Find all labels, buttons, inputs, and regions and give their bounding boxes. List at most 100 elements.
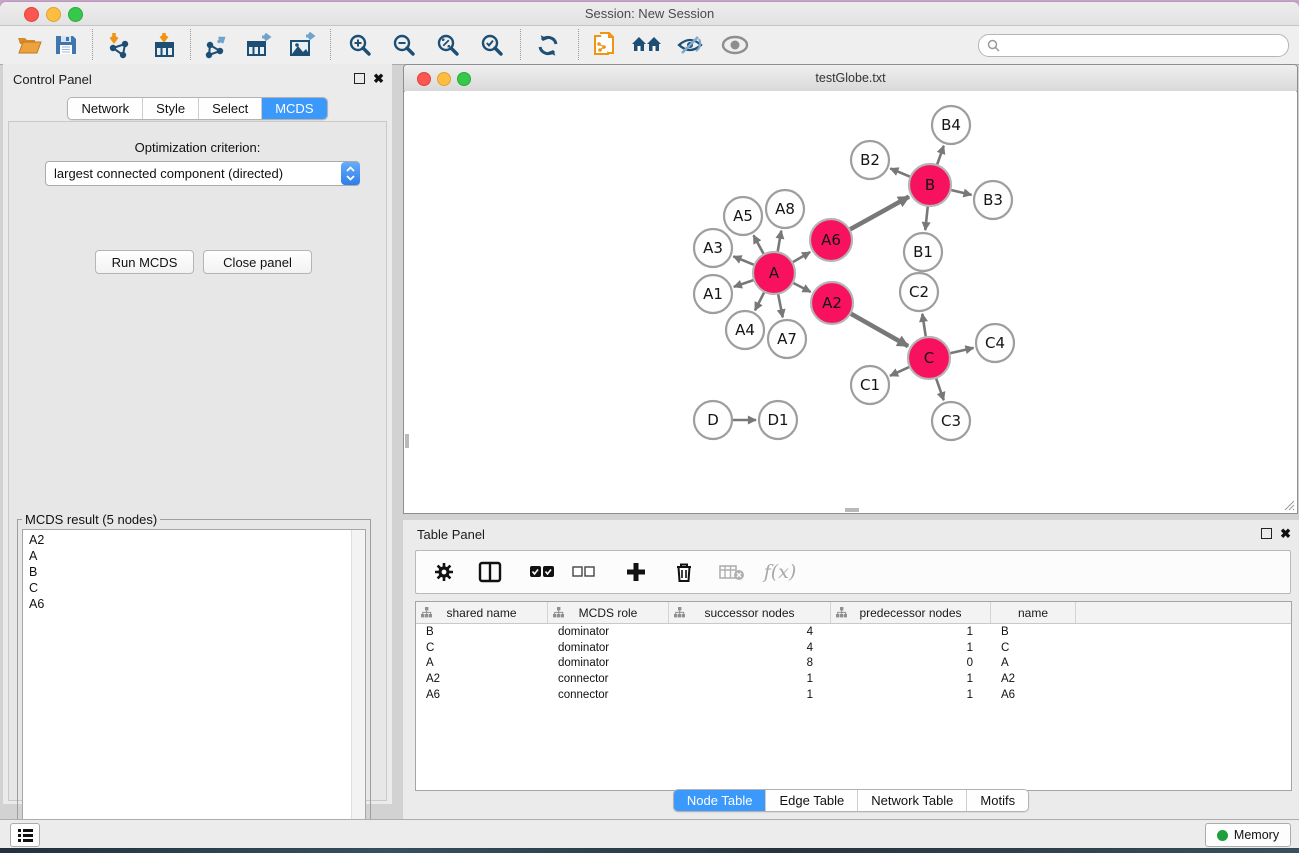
tab-network[interactable]: Network — [68, 98, 142, 119]
graph-edge-B-B1[interactable] — [925, 206, 928, 230]
tab-network-table[interactable]: Network Table — [857, 790, 966, 811]
save-session-icon[interactable] — [47, 29, 85, 61]
houses-icon[interactable] — [628, 29, 666, 61]
column-header-successor-nodes[interactable]: successor nodes — [669, 602, 831, 623]
unselect-all-columns-icon[interactable] — [564, 554, 604, 590]
mcds-result-item[interactable]: A — [29, 548, 359, 564]
network-canvas[interactable]: AA1A2A3A4A5A6A7A8BB1B2B3B4CC1C2C3C4DD1 — [405, 91, 1296, 512]
mcds-result-item[interactable]: B — [29, 564, 359, 580]
graph-edge-A6-B[interactable] — [849, 197, 909, 230]
table-row[interactable]: A6connector11A6 — [416, 687, 1291, 703]
graph-node-label: A7 — [777, 330, 797, 348]
graph-edge-A2-C[interactable] — [850, 313, 908, 346]
vertical-scroll-thumb[interactable] — [405, 434, 409, 448]
open-file-icon[interactable] — [10, 29, 48, 61]
graph-edge-C-C3[interactable] — [936, 378, 944, 400]
table-cell: 1 — [831, 642, 991, 654]
graph-edge-A-A4[interactable] — [755, 292, 765, 311]
graph-node-label: B2 — [860, 151, 880, 169]
split-columns-icon[interactable] — [470, 554, 510, 590]
graph-node-label: B3 — [983, 191, 1003, 209]
table-cell: A6 — [991, 689, 1076, 701]
network-window-titlebar: testGlobe.txt — [404, 65, 1297, 92]
zoom-selected-icon[interactable] — [473, 29, 511, 61]
graph-edge-B-B4[interactable] — [937, 146, 944, 165]
table-row[interactable]: Adominator80A — [416, 655, 1291, 671]
table-row[interactable]: Cdominator41C — [416, 640, 1291, 656]
copy-network-icon[interactable] — [586, 29, 624, 61]
graph-edge-A-A3[interactable] — [733, 256, 754, 265]
zoom-fit-icon[interactable] — [429, 29, 467, 61]
graph-edge-A-A1[interactable] — [734, 280, 754, 287]
horizontal-scroll-thumb[interactable] — [845, 508, 859, 512]
graph-edge-C-C1[interactable] — [890, 367, 910, 376]
zoom-in-icon[interactable] — [341, 29, 379, 61]
zoom-out-icon[interactable] — [385, 29, 423, 61]
graph-node-label: C3 — [941, 412, 961, 430]
graph-edge-A-A7[interactable] — [778, 294, 783, 318]
refresh-icon[interactable] — [529, 29, 567, 61]
close-panel-icon[interactable]: ✖ — [1280, 529, 1291, 538]
scrollbar-track[interactable] — [351, 530, 365, 838]
mcds-result-list[interactable]: A2ABCA6 — [22, 529, 366, 839]
node-table[interactable]: shared nameMCDS rolesuccessor nodesprede… — [415, 601, 1292, 791]
export-image-icon[interactable] — [283, 29, 321, 61]
mcds-result-item[interactable]: A2 — [29, 532, 359, 548]
table-cell: C — [991, 642, 1076, 654]
optimization-criterion-select[interactable]: largest connected component (directed) — [45, 161, 360, 186]
show-log-console-button[interactable] — [10, 823, 40, 847]
search-field[interactable] — [978, 34, 1289, 57]
graph-edge-A-A2[interactable] — [793, 283, 811, 292]
close-panel-icon[interactable]: ✖ — [373, 74, 384, 83]
dropdown-stepper-icon — [341, 162, 360, 185]
float-panel-icon[interactable] — [1261, 528, 1272, 539]
column-header-MCDS-role[interactable]: MCDS role — [548, 602, 669, 623]
tab-edge-table[interactable]: Edge Table — [765, 790, 857, 811]
float-panel-icon[interactable] — [354, 73, 365, 84]
graph-node-label: C4 — [985, 334, 1005, 352]
graph-edge-A-A5[interactable] — [754, 235, 764, 254]
graph-edge-A-A8[interactable] — [778, 231, 782, 253]
close-panel-button[interactable]: Close panel — [203, 250, 312, 274]
select-all-columns-icon[interactable] — [522, 554, 562, 590]
function-builder-icon: f(x) — [760, 554, 800, 590]
tab-node-table[interactable]: Node Table — [674, 790, 766, 811]
column-header-shared-name[interactable]: shared name — [416, 602, 548, 623]
graph-edge-B-B2[interactable] — [890, 168, 910, 176]
mcds-result-item[interactable]: A6 — [29, 596, 359, 612]
mcds-result-item[interactable]: C — [29, 580, 359, 596]
table-cell: connector — [548, 673, 669, 685]
export-network-icon[interactable] — [198, 29, 236, 61]
table-cell: 1 — [831, 689, 991, 701]
import-network-icon[interactable] — [100, 29, 138, 61]
settings-gear-icon[interactable] — [424, 554, 464, 590]
memory-label: Memory — [1234, 828, 1279, 842]
table-cell: A6 — [416, 689, 548, 701]
eye-icon[interactable] — [716, 29, 754, 61]
network-graph[interactable]: AA1A2A3A4A5A6A7A8BB1B2B3B4CC1C2C3C4DD1 — [405, 91, 1296, 512]
graph-edge-C-C2[interactable] — [922, 314, 926, 337]
add-column-icon[interactable] — [616, 554, 656, 590]
table-cell: A2 — [991, 673, 1076, 685]
import-table-icon[interactable] — [145, 29, 183, 61]
export-table-icon[interactable] — [240, 29, 278, 61]
graph-edge-C-C4[interactable] — [949, 348, 973, 353]
tab-select[interactable]: Select — [198, 98, 261, 119]
resize-grip-icon[interactable] — [1282, 498, 1295, 511]
graph-edge-A-A6[interactable] — [792, 252, 810, 262]
tab-style[interactable]: Style — [142, 98, 198, 119]
table-row[interactable]: A2connector11A2 — [416, 671, 1291, 687]
memory-button[interactable]: Memory — [1205, 823, 1291, 847]
column-header-predecessor-nodes[interactable]: predecessor nodes — [831, 602, 991, 623]
search-input[interactable] — [1005, 38, 1280, 54]
column-header-name[interactable]: name — [991, 602, 1076, 623]
run-mcds-button[interactable]: Run MCDS — [95, 250, 194, 274]
eye-slash-icon[interactable] — [671, 29, 709, 61]
graph-edge-B-B3[interactable] — [950, 190, 971, 195]
delete-columns-icon[interactable] — [664, 554, 704, 590]
table-row[interactable]: Bdominator41B — [416, 624, 1291, 640]
tab-mcds[interactable]: MCDS — [261, 98, 326, 119]
toolbar-separator — [330, 29, 331, 60]
graph-node-label: B1 — [913, 243, 933, 261]
tab-motifs[interactable]: Motifs — [966, 790, 1028, 811]
